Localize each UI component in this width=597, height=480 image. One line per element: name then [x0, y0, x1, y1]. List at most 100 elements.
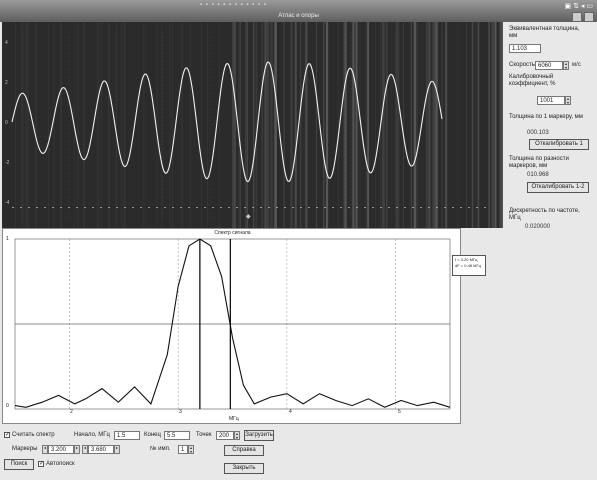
- noise-streak: [25, 22, 27, 228]
- x-tick-label: 5: [398, 409, 401, 415]
- noise-streak: [411, 22, 412, 228]
- pulse-number-field[interactable]: 1: [178, 445, 188, 454]
- calibration-label: Калибровочный коэффициент, %: [509, 74, 556, 87]
- spectrum-chart[interactable]: Спектр сигнала 2 3 4 5 МГц 1 0: [2, 228, 461, 424]
- scale-tick: [476, 207, 478, 208]
- noise-streak: [120, 22, 122, 228]
- thickness-diff-label: Толщина по разности маркеров, мм: [509, 156, 569, 169]
- oscillogram-panel[interactable]: ◆ 4 2 0 -2 -4: [2, 22, 503, 228]
- noise-streak: [124, 22, 126, 228]
- scope-cursor-mark: ◆: [246, 214, 251, 220]
- scale-tick: [164, 207, 166, 208]
- noise-streak: [283, 22, 285, 228]
- noise-streak: [416, 22, 418, 228]
- noise-streak: [489, 22, 490, 228]
- noise-streak: [218, 22, 220, 228]
- noise-streak: [269, 22, 270, 228]
- speed-spinner[interactable]: ▴ ▾: [563, 61, 569, 70]
- scale-tick: [20, 207, 22, 208]
- marker2-spin-right[interactable]: ▸: [114, 445, 120, 454]
- scale-tick: [100, 207, 102, 208]
- marker1-spin-right[interactable]: ▸: [74, 445, 80, 454]
- pulse-number-spinner[interactable]: ▴ ▾: [188, 445, 194, 454]
- scale-tick: [268, 207, 270, 208]
- scale-tick: [132, 207, 134, 208]
- noise-streak: [53, 22, 55, 228]
- start-field[interactable]: 1.5: [114, 431, 140, 440]
- waveform-trace: [11, 61, 443, 183]
- scale-tick: [252, 207, 254, 208]
- speed-field[interactable]: 6060: [535, 61, 563, 70]
- marker2-field[interactable]: 3.680: [88, 445, 114, 454]
- noise-streak: [123, 22, 125, 228]
- noise-streak: [426, 22, 428, 228]
- scale-tick: [140, 207, 142, 208]
- scale-tick: [60, 207, 62, 208]
- points-spinner[interactable]: ▴ ▾: [234, 431, 240, 440]
- noise-streak: [107, 22, 109, 228]
- help-button[interactable]: Справка: [224, 445, 264, 456]
- markers-label: Маркеры: [12, 446, 38, 452]
- calibration-spinner[interactable]: ▴ ▾: [565, 96, 571, 105]
- noise-streak: [357, 22, 359, 228]
- noise-streak: [35, 22, 36, 228]
- equiv-thickness-label: Эквивалентная толщина, мм: [509, 26, 580, 39]
- noise-streak: [233, 22, 234, 228]
- thickness-marker1-label: Толщина по 1 маркеру, мм: [509, 114, 583, 120]
- start-label: Начало, МГц: [74, 432, 110, 438]
- noise-streak: [408, 22, 410, 228]
- noise-streak: [501, 22, 503, 228]
- scale-tick: [308, 207, 310, 208]
- noise-streak: [494, 22, 497, 228]
- scale-tick: [396, 207, 398, 208]
- search-button[interactable]: Поиск: [4, 459, 34, 470]
- calibrate-1-button[interactable]: Откалибровать 1: [529, 139, 589, 150]
- scale-tick: [300, 207, 302, 208]
- marker1-field[interactable]: 3.200: [48, 445, 74, 454]
- noise-streak: [306, 22, 308, 228]
- scope-y-label: 0: [5, 120, 8, 126]
- noise-streak: [364, 22, 366, 228]
- noise-streak: [316, 22, 317, 228]
- noise-streak: [84, 22, 85, 228]
- noise-streak: [398, 22, 400, 228]
- scale-tick: [412, 207, 414, 208]
- thickness-diff-value: 010.968: [527, 172, 549, 178]
- scale-tick: [36, 207, 38, 208]
- scale-tick: [44, 207, 46, 208]
- noise-streak: [352, 22, 355, 228]
- marker-legend: f = 3.20 МГц dF = 0.48 МГц: [452, 255, 486, 276]
- noise-streak: [472, 22, 474, 228]
- scale-tick: [196, 207, 198, 208]
- scale-tick: [236, 207, 238, 208]
- scale-tick: [180, 207, 182, 208]
- speed-unit: м/с: [572, 62, 581, 68]
- noise-streak: [321, 22, 323, 228]
- noise-streak: [457, 22, 459, 228]
- scale-tick: [332, 207, 334, 208]
- count-spectrum-label: Считать спектр: [12, 432, 55, 438]
- count-spectrum-checkbox[interactable]: ✓: [4, 432, 10, 438]
- points-field[interactable]: 200: [216, 431, 234, 440]
- scale-tick: [12, 207, 14, 208]
- discreteness-value: 0.020000: [525, 224, 551, 230]
- noise-streak: [201, 22, 202, 228]
- load-button[interactable]: Загрузить: [244, 430, 274, 441]
- scale-tick: [76, 207, 78, 208]
- noise-streak: [60, 22, 62, 228]
- calibration-field[interactable]: 1001: [537, 96, 565, 105]
- noise-streak: [446, 22, 448, 228]
- calibrate-1-2-button[interactable]: Откалибровать 1-2: [527, 182, 589, 193]
- x-tick-label: 2: [70, 409, 73, 415]
- equiv-thickness-field[interactable]: 1.103: [509, 44, 541, 53]
- end-field[interactable]: 5.5: [164, 431, 190, 440]
- noise-streak: [322, 22, 325, 228]
- noise-streak: [189, 22, 191, 228]
- noise-streak: [375, 22, 376, 228]
- scale-tick: [436, 207, 438, 208]
- close-button[interactable]: Закрыть: [224, 463, 264, 474]
- autosearch-checkbox[interactable]: ✓: [38, 461, 44, 467]
- scale-tick: [324, 207, 326, 208]
- noise-streak: [436, 22, 438, 228]
- scale-tick: [148, 207, 150, 208]
